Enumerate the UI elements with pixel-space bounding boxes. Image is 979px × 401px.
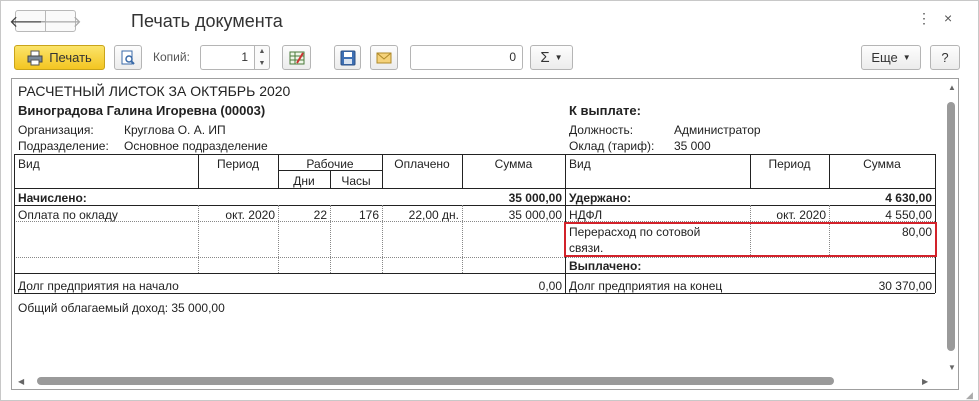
col-deduction-sum: Сумма [863,157,901,171]
payout-label: К выплате: [569,103,641,118]
debt-end-value: 30 370,00 [878,279,932,293]
position-value: Администратор [674,123,761,137]
copies-input[interactable]: 1 [200,45,254,70]
accrual-paid: 22,00 дн. [408,208,459,222]
paid-out-label: Выплачено: [569,259,642,273]
scroll-down-icon[interactable]: ▼ [948,363,956,372]
col-type: Вид [18,157,40,171]
stepper-up-icon[interactable]: ▲ [255,46,269,58]
deduction-name: НДФЛ [569,208,603,222]
debt-start-label: Долг предприятия на начало [18,279,179,293]
preview-button[interactable] [114,45,142,70]
resize-grip-icon[interactable]: ◢ [966,390,973,401]
more-menu-button[interactable]: Еще ▼ [861,45,921,70]
accrual-hours: 176 [358,208,379,222]
organization-value: Круглова О. А. ИП [124,123,226,137]
col-hours: Часы [341,174,371,188]
accrual-name: Оплата по окладу [18,208,118,222]
sum-mode-dropdown[interactable]: Σ ▼ [530,45,573,70]
help-button[interactable]: ? [930,45,960,70]
page-preview-icon [121,50,135,65]
edit-mode-button[interactable] [282,45,311,70]
chevron-down-icon: ▼ [554,53,563,62]
save-button[interactable] [334,45,361,70]
send-email-button[interactable] [370,45,398,70]
window-title: Печать документа [131,11,283,31]
scroll-up-icon[interactable]: ▲ [948,83,956,92]
scroll-left-icon[interactable]: ◀ [18,377,24,386]
col-paid: Оплачено [394,157,450,171]
vertical-scrollbar-thumb[interactable] [947,102,955,351]
envelope-icon [376,52,392,63]
print-button-label: Печать [49,50,92,65]
debt-end-label: Долг предприятия на конец [569,279,723,293]
print-button[interactable]: Печать [14,45,105,70]
deduction-sum: 4 550,00 [885,208,932,222]
col-worked: Рабочие [306,157,354,171]
taxable-income: Общий облагаемый доход: 35 000,00 [18,301,225,315]
copies-label: Копий: [153,50,190,64]
highlight-box [564,222,937,257]
copies-stepper[interactable]: ▲ ▼ [254,45,270,70]
print-document-window: 🡐 🡒 Печать документа ⋮ × Печать Копий: 1… [0,0,979,401]
col-period: Период [216,157,260,171]
payslip-heading: РАСЧЕТНЫЙ ЛИСТОК ЗА ОКТЯБРЬ 2020 [18,83,291,99]
debt-start-value: 0,00 [538,279,562,293]
organization-label: Организация: [18,123,94,137]
close-icon[interactable]: × [944,10,952,26]
chevron-down-icon: ▼ [902,53,911,62]
accrued-label: Начислено: [18,191,87,205]
salary-value: 35 000 [674,139,711,153]
withheld-label: Удержано: [569,191,632,205]
forward-arrow-icon: 🡒 [39,13,82,31]
col-deduction-type: Вид [569,157,591,171]
accrued-total: 35 000,00 [508,191,562,205]
spreadsheet-document[interactable]: РАСЧЕТНЫЙ ЛИСТОК ЗА ОКТЯБРЬ 2020 Виногра… [11,78,959,390]
salary-label: Оклад (тариф): [569,139,655,153]
withheld-total: 4 630,00 [885,191,932,205]
department-label: Подразделение: [18,139,109,153]
stepper-down-icon[interactable]: ▼ [255,58,269,70]
department-value: Основное подразделение [124,139,268,153]
horizontal-scrollbar-thumb[interactable] [37,377,834,385]
accrual-sum: 35 000,00 [508,208,562,222]
printer-icon [27,50,43,65]
employee-name: Виноградова Галина Игоревна (00003) [18,103,266,118]
deduction-period: окт. 2020 [776,208,826,222]
floppy-disk-icon [340,50,355,65]
edit-table-icon [289,51,304,64]
selected-sum-field[interactable]: 0 [410,45,523,70]
forward-button[interactable]: 🡒 [39,10,82,32]
col-sum: Сумма [494,157,533,171]
sigma-icon: Σ [540,49,550,66]
col-deduction-period: Период [768,157,811,171]
accrual-period: окт. 2020 [225,208,275,222]
position-label: Должность: [569,123,634,137]
col-days: Дни [293,174,315,188]
scroll-right-icon[interactable]: ▶ [922,377,928,386]
more-options-icon[interactable]: ⋮ [917,10,931,27]
accrual-days: 22 [313,208,327,222]
more-menu-label: Еще [871,50,898,65]
